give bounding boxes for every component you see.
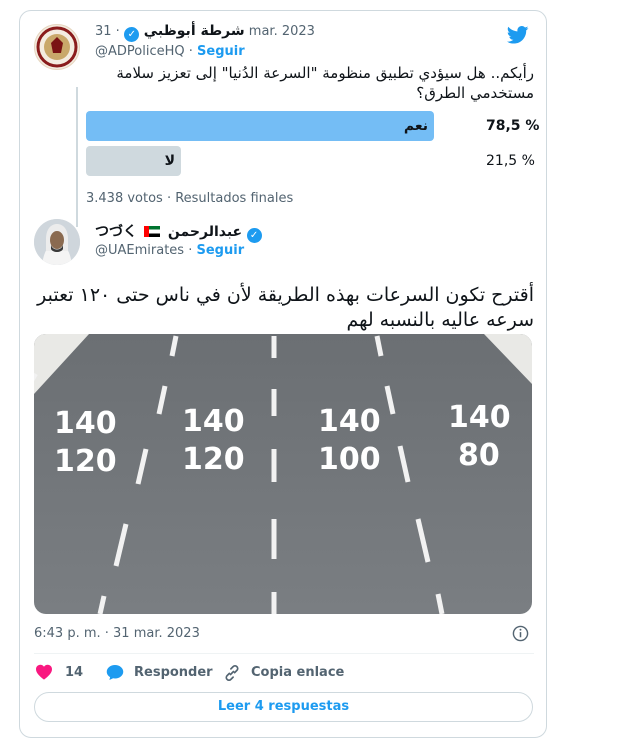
twitter-bird-icon[interactable]: [507, 26, 529, 44]
poll-votes-summary: 3.438 votos · Resultados finales: [86, 191, 294, 206]
reply-follow-link[interactable]: Seguir: [197, 243, 245, 258]
copy-link-label[interactable]: Copia enlace: [251, 665, 344, 680]
police-emblem-icon: [36, 26, 78, 68]
lane2-speed-top: 140: [182, 404, 245, 439]
lane4-speed-top: 140: [448, 400, 511, 435]
reply-handle-line: @UAEmirates · Seguir: [95, 243, 245, 258]
poll-tweet-text: رأيكم.. هل سيؤدي تطبيق منظومة "السرعة ال…: [116, 64, 534, 102]
poll-follow-link[interactable]: Seguir: [197, 44, 245, 59]
verified-badge-icon: ✓: [246, 228, 262, 243]
poll-option-yes-bar: نعم: [86, 111, 434, 141]
reply-tweet-text: أقترح تكون السرعات بهذه الطريقة لأن في ن…: [37, 284, 534, 331]
verified-badge-icon: ✓: [124, 27, 140, 42]
person-portrait-icon: [34, 219, 80, 265]
reply-action-label[interactable]: Responder: [134, 665, 213, 680]
reply-author-name[interactable]: عبدالرحمن: [168, 224, 242, 240]
reply-author-suffix[interactable]: つづく: [95, 224, 137, 240]
thread-connector: [76, 87, 78, 227]
reply-handle[interactable]: @UAEmirates: [95, 243, 184, 258]
lane1-speed-bottom: 120: [54, 444, 117, 479]
divider: [34, 653, 534, 654]
reply-author-line: つづく عبدالرحمن ✓: [95, 221, 262, 243]
lane2-speed-bottom: 120: [182, 442, 245, 477]
lane3-speed-bottom: 100: [318, 442, 381, 477]
lane1-speed-top: 140: [54, 406, 117, 441]
read-replies-button[interactable]: Leer 4 respuestas: [34, 692, 533, 722]
uaemirates-avatar[interactable]: [34, 219, 80, 265]
road-speed-image[interactable]: 140 120 140 120 140 100 140 80: [34, 334, 532, 614]
poll-author-line: شرطة أبوظبي ✓ · 31 mar. 2023: [95, 23, 315, 42]
reply-bubble-icon[interactable]: [106, 664, 124, 681]
reply-timestamp[interactable]: 6:43 p. m. · 31 mar. 2023: [34, 626, 200, 641]
lane3-speed-top: 140: [318, 404, 381, 439]
adpolice-avatar[interactable]: [34, 24, 80, 70]
poll-handle-line: @ADPoliceHQ · Seguir: [95, 44, 245, 59]
poll-option-no-label: لا: [164, 153, 175, 169]
lane4-speed-bottom: 80: [458, 438, 500, 473]
tweet-embed-card: شرطة أبوظبي ✓ · 31 mar. 2023 @ADPoliceHQ…: [19, 10, 547, 738]
link-icon[interactable]: [223, 664, 241, 682]
poll-option-yes-label: نعم: [403, 118, 428, 134]
poll-option-no-percent: 21,5 %: [486, 153, 535, 169]
heart-icon[interactable]: [35, 664, 53, 680]
poll-option-no-bar: لا: [86, 146, 181, 176]
poll-author-name[interactable]: شرطة أبوظبي: [144, 23, 245, 39]
uae-flag-icon: [144, 226, 161, 237]
poll-option-yes-percent: 78,5 %: [486, 118, 540, 134]
info-icon[interactable]: [512, 625, 529, 642]
poll-handle[interactable]: @ADPoliceHQ: [95, 44, 185, 59]
like-count[interactable]: 14: [65, 665, 83, 680]
